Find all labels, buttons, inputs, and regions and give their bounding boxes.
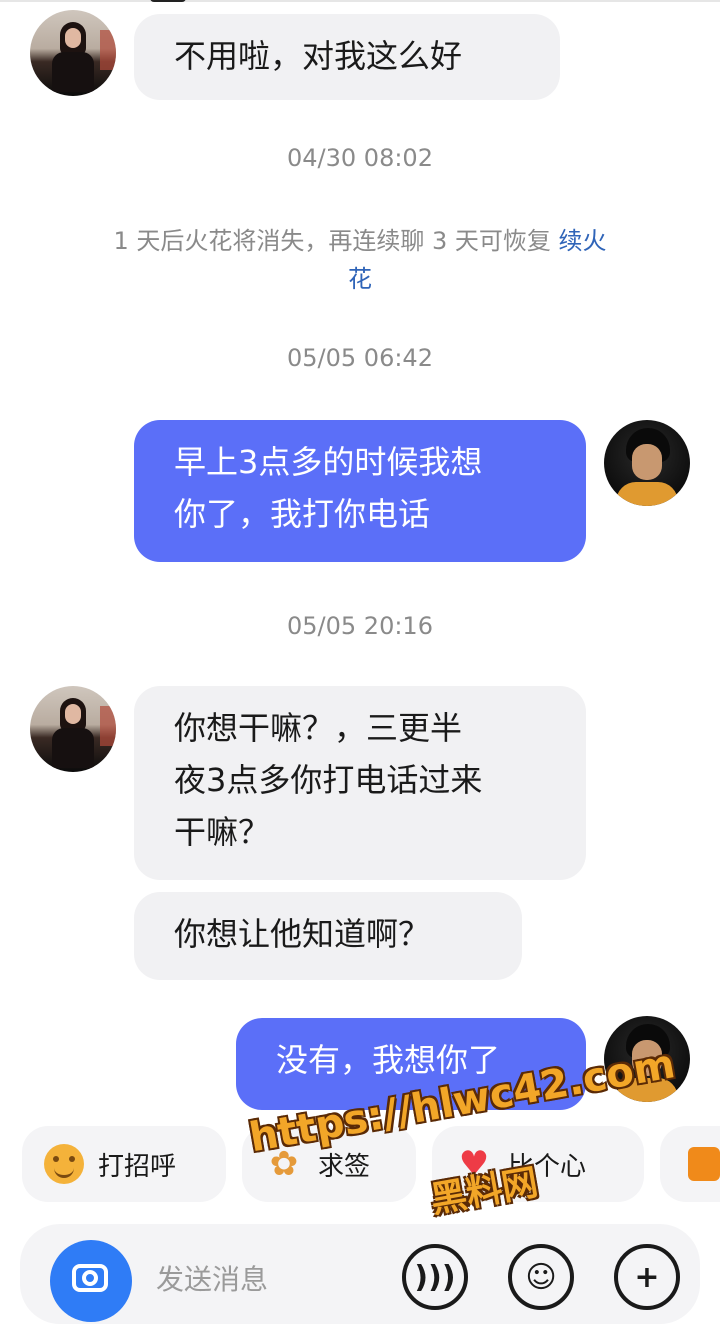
- message-line: 干嘛？: [174, 813, 271, 851]
- my-avatar[interactable]: [604, 420, 690, 506]
- top-element-fragment: [150, 0, 186, 2]
- people-icon: [688, 1147, 720, 1181]
- camera-icon[interactable]: [50, 1240, 132, 1322]
- timestamp: 04/30 08:02: [287, 144, 433, 172]
- chat-area[interactable]: 不用啦，对我这么好 04/30 08:02 1 天后火花将消失，再连续聊 3 天…: [0, 0, 720, 1110]
- streak-notice: 1 天后火花将消失，再连续聊 3 天可恢复 续火花: [110, 222, 610, 298]
- voice-icon[interactable]: ))): [402, 1244, 468, 1310]
- incoming-message[interactable]: 不用啦，对我这么好: [134, 14, 560, 100]
- message-input-bar: 发送消息 ))) ☺ +: [20, 1224, 700, 1324]
- contact-avatar[interactable]: [30, 10, 116, 96]
- message-input[interactable]: 发送消息: [156, 1258, 268, 1298]
- timestamp: 05/05 06:42: [287, 344, 433, 372]
- quick-reply-more[interactable]: [660, 1126, 720, 1202]
- quick-reply-label: 求签: [318, 1151, 371, 1182]
- incoming-message[interactable]: 你想让他知道啊？: [134, 892, 522, 980]
- emoji-icon[interactable]: ☺: [508, 1244, 574, 1310]
- message-text: 没有，我想你了: [276, 1041, 501, 1079]
- quick-reply-heart[interactable]: ♥ 比个心: [432, 1126, 644, 1202]
- top-divider: [0, 0, 720, 2]
- add-icon[interactable]: +: [614, 1244, 680, 1310]
- message-line: 你想干嘛？，三更半: [174, 709, 463, 747]
- contact-avatar[interactable]: [30, 686, 116, 772]
- message-line: 早上3点多的时候我想: [174, 443, 483, 481]
- fortune-icon: ✿: [269, 1144, 299, 1184]
- smiley-icon: [42, 1142, 86, 1186]
- quick-reply-greet[interactable]: 打招呼: [22, 1126, 226, 1202]
- message-line: 夜3点多你打电话过来: [174, 761, 483, 799]
- incoming-message[interactable]: 你想干嘛？，三更半 夜3点多你打电话过来 干嘛？: [134, 686, 586, 880]
- quick-reply-label: 打招呼: [98, 1151, 177, 1182]
- quick-reply-label: 比个心: [508, 1151, 587, 1182]
- quick-reply-fortune[interactable]: ✿ 求签: [242, 1126, 416, 1202]
- outgoing-message[interactable]: 早上3点多的时候我想 你了，我打你电话: [134, 420, 586, 562]
- message-line: 你了，我打你电话: [174, 495, 431, 533]
- outgoing-message[interactable]: 没有，我想你了: [236, 1018, 586, 1110]
- message-text: 你想让他知道啊？: [174, 915, 431, 953]
- heart-icon: ♥: [458, 1144, 490, 1184]
- my-avatar[interactable]: [604, 1016, 690, 1102]
- notice-text: 1 天后火花将消失，再连续聊 3 天可恢复: [113, 227, 551, 255]
- message-text: 不用啦，对我这么好: [174, 37, 463, 75]
- timestamp: 05/05 20:16: [287, 612, 433, 640]
